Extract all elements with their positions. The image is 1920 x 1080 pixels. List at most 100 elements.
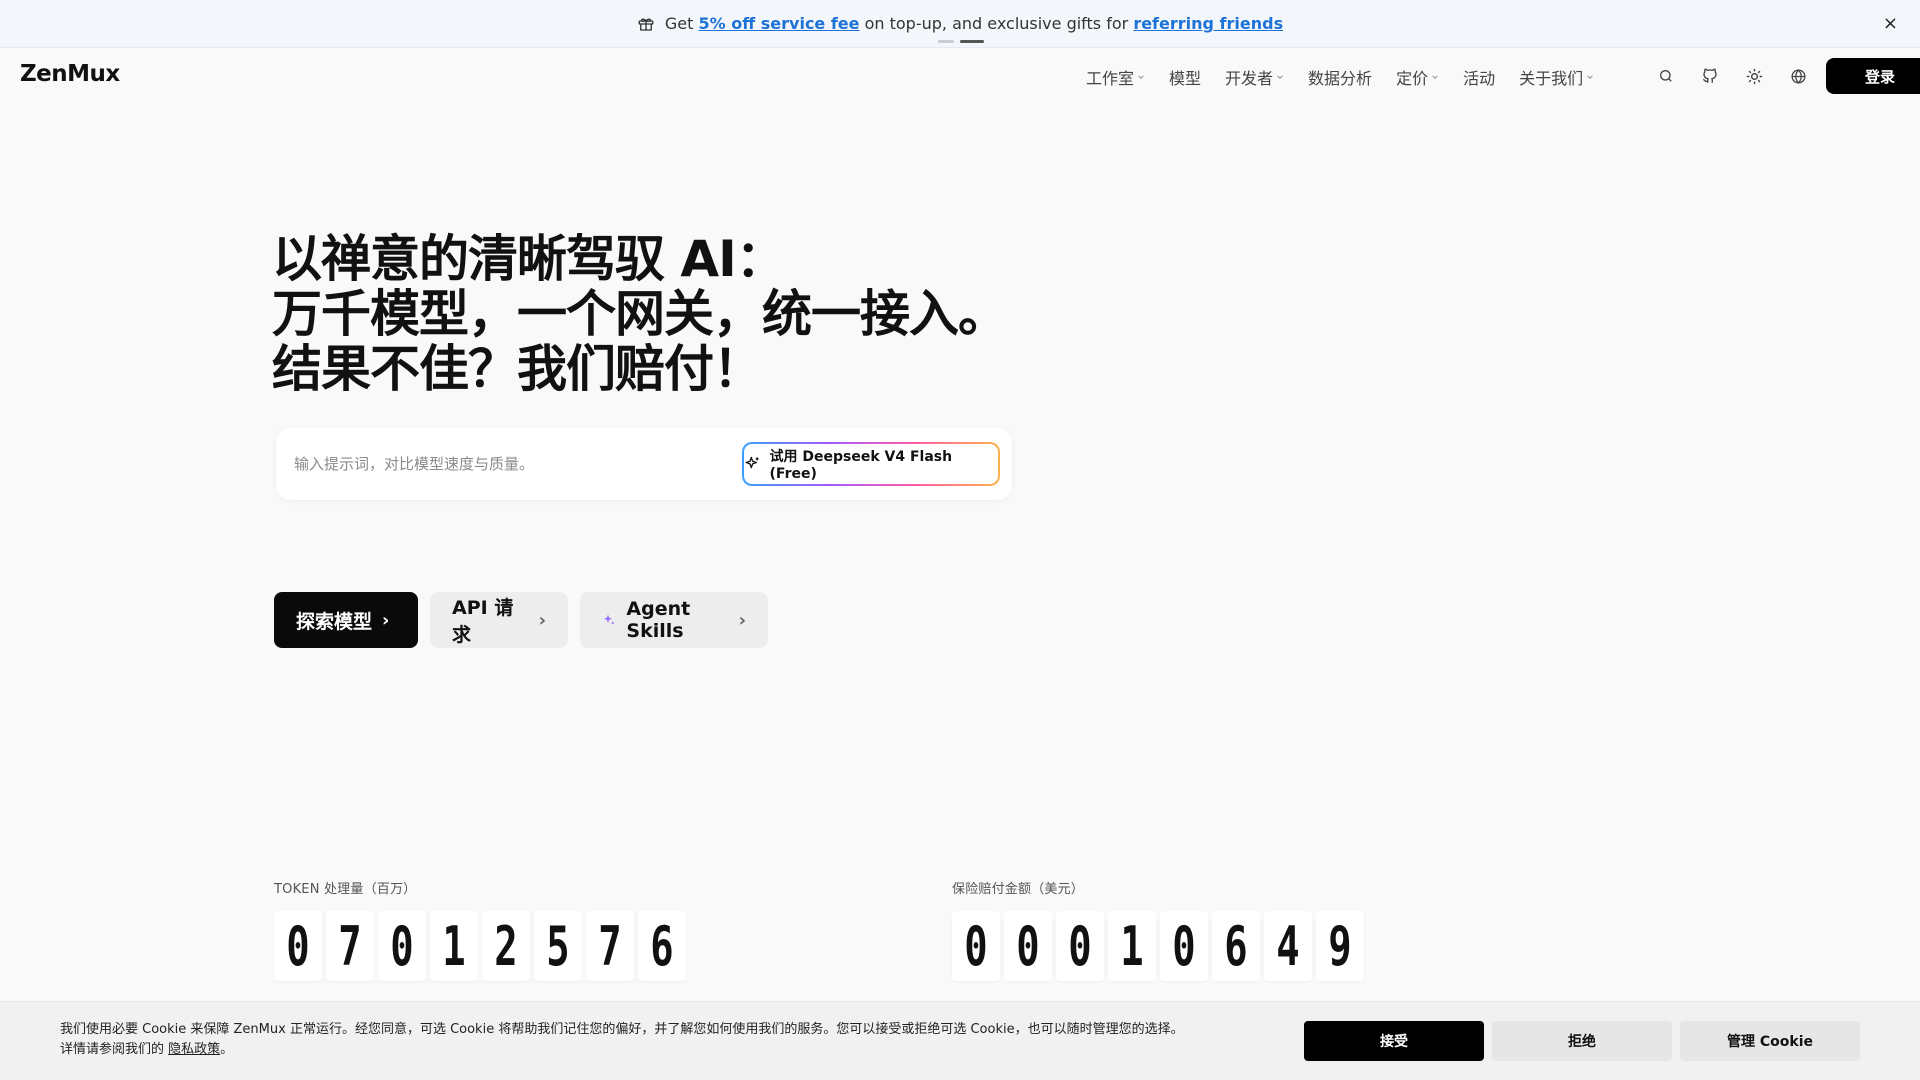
banner-dot-active[interactable] bbox=[960, 40, 984, 43]
payout-counter-digits: 00010649 bbox=[952, 911, 1364, 981]
announcement-banner: Get 5% off service fee on top-up, and ex… bbox=[0, 0, 1920, 48]
nav-item-label: 工作室 bbox=[1086, 69, 1135, 88]
counter-digit: 0 bbox=[1004, 911, 1052, 981]
search-icon[interactable] bbox=[1656, 66, 1676, 86]
token-counter: TOKEN 处理量（百万） 07012576 bbox=[274, 878, 686, 981]
counter-digit: 9 bbox=[1316, 911, 1364, 981]
gift-icon bbox=[638, 18, 654, 31]
nav-item-label: 活动 bbox=[1463, 69, 1496, 88]
counter-digit-value: 1 bbox=[442, 914, 466, 978]
counter-digit-value: 7 bbox=[338, 914, 362, 978]
chevron-down-icon bbox=[1138, 75, 1144, 79]
cookie-message: 我们使用必要 Cookie 来保障 ZenMux 正常运行。经您同意，可选 Co… bbox=[60, 1020, 1190, 1060]
chevron-down-icon bbox=[1587, 75, 1593, 79]
counter-digit-value: 0 bbox=[964, 914, 988, 978]
agent-skills-button[interactable]: Agent Skills › bbox=[580, 592, 768, 648]
agent-skills-label: Agent Skills bbox=[626, 598, 691, 642]
counter-digit: 6 bbox=[1212, 911, 1260, 981]
hero-line-1: 以禅意的清晰驾驭 AI： bbox=[272, 230, 786, 288]
counter-digit-value: 6 bbox=[650, 914, 674, 978]
chevron-right-icon: › bbox=[382, 609, 390, 631]
nav-item-label: 定价 bbox=[1396, 69, 1429, 88]
chevron-down-icon bbox=[1432, 75, 1438, 79]
sparkle-icon bbox=[745, 456, 759, 469]
service-fee-link[interactable]: 5% off service fee bbox=[699, 14, 860, 33]
counter-digit: 0 bbox=[378, 911, 426, 981]
counter-digit-value: 0 bbox=[1016, 914, 1040, 978]
api-request-button[interactable]: API 请求 › bbox=[430, 592, 568, 648]
counter-digit: 0 bbox=[274, 911, 322, 981]
counter-digit: 2 bbox=[482, 911, 530, 981]
explore-models-button[interactable]: 探索模型 › bbox=[274, 592, 418, 648]
counter-digit-value: 1 bbox=[1120, 914, 1144, 978]
cookie-consent-bar: 我们使用必要 Cookie 来保障 ZenMux 正常运行。经您同意，可选 Co… bbox=[0, 1001, 1920, 1080]
counter-digit-value: 0 bbox=[1068, 914, 1092, 978]
logo[interactable]: ZenMux bbox=[20, 61, 120, 87]
reject-cookies-button[interactable]: 拒绝 bbox=[1492, 1021, 1672, 1061]
hero-title: 以禅意的清晰驾驭 AI： 万千模型，一个网关，统一接入。 结果不佳？我们赔付！ bbox=[272, 232, 1032, 397]
banner-dot[interactable] bbox=[938, 40, 954, 43]
site-header: ZenMux 工作室 模型 开发者 数据分析 定价 活动 关于我们 登录 bbox=[0, 48, 1920, 104]
counter-digit-value: 7 bbox=[598, 914, 622, 978]
header-icons bbox=[1656, 66, 1808, 86]
counter-digit: 1 bbox=[430, 911, 478, 981]
counter-digit-value: 0 bbox=[1172, 914, 1196, 978]
nav-item[interactable]: 工作室 bbox=[1086, 65, 1145, 89]
nav-item-label: 关于我们 bbox=[1519, 69, 1584, 88]
explore-models-label: 探索模型 bbox=[296, 610, 373, 633]
nav-item[interactable]: 开发者 bbox=[1225, 65, 1284, 89]
banner-text-prefix: Get bbox=[664, 14, 699, 33]
referring-friends-link[interactable]: referring friends bbox=[1133, 14, 1283, 33]
counter-digit: 6 bbox=[638, 911, 686, 981]
counter-digit-value: 9 bbox=[1328, 914, 1352, 978]
manage-cookies-button[interactable]: 管理 Cookie bbox=[1680, 1021, 1860, 1061]
nav-item[interactable]: 关于我们 bbox=[1519, 65, 1594, 89]
payout-counter-label: 保险赔付金额（美元） bbox=[952, 882, 1085, 897]
nav-item-label: 数据分析 bbox=[1308, 69, 1373, 88]
nav-item[interactable]: 定价 bbox=[1396, 65, 1439, 89]
counter-digit-value: 2 bbox=[494, 914, 518, 978]
chevron-down-icon bbox=[1277, 75, 1283, 79]
token-counter-digits: 07012576 bbox=[274, 911, 686, 981]
github-icon[interactable] bbox=[1700, 66, 1720, 86]
login-button[interactable]: 登录 bbox=[1826, 58, 1920, 94]
counter-digit: 7 bbox=[586, 911, 634, 981]
hero-line-3: 结果不佳？我们赔付！ bbox=[272, 340, 763, 398]
nav-item[interactable]: 数据分析 bbox=[1308, 65, 1372, 89]
try-model-label: 试用 Deepseek V4 Flash (Free) bbox=[769, 449, 953, 482]
counter-digit: 0 bbox=[1160, 911, 1208, 981]
sun-icon[interactable] bbox=[1744, 66, 1764, 86]
privacy-policy-link[interactable]: 隐私政策 bbox=[168, 1042, 220, 1057]
nav-item-label: 模型 bbox=[1169, 69, 1202, 88]
banner-pagination bbox=[938, 40, 984, 43]
counter-digit: 5 bbox=[534, 911, 582, 981]
prompt-input[interactable] bbox=[294, 446, 714, 482]
globe-icon[interactable] bbox=[1788, 66, 1808, 86]
counter-digit: 7 bbox=[326, 911, 374, 981]
payout-counter: 保险赔付金额（美元） 00010649 bbox=[952, 878, 1364, 981]
counter-digit-value: 5 bbox=[546, 914, 570, 978]
try-model-button[interactable]: 试用 Deepseek V4 Flash (Free) bbox=[742, 442, 1000, 486]
nav-item[interactable]: 模型 bbox=[1169, 65, 1201, 89]
counter-digit-value: 4 bbox=[1276, 914, 1300, 978]
chevron-right-icon: › bbox=[738, 609, 746, 631]
counter-digit-value: 6 bbox=[1224, 914, 1248, 978]
hero-line-2: 万千模型，一个网关，统一接入。 bbox=[272, 285, 1008, 343]
sparkle-icon bbox=[603, 614, 615, 625]
api-request-label: API 请求 bbox=[452, 597, 514, 646]
prompt-box: 试用 Deepseek V4 Flash (Free) bbox=[276, 428, 1012, 500]
banner-text-middle: on top-up, and exclusive gifts for bbox=[859, 14, 1134, 33]
cta-row: 探索模型 › API 请求 › Agent Skills › bbox=[274, 592, 768, 648]
counter-digit-value: 0 bbox=[286, 914, 310, 978]
chevron-right-icon: › bbox=[538, 609, 546, 631]
close-icon[interactable]: × bbox=[1883, 13, 1898, 34]
counter-digit: 0 bbox=[952, 911, 1000, 981]
counter-digit: 0 bbox=[1056, 911, 1104, 981]
nav-item[interactable]: 活动 bbox=[1463, 65, 1495, 89]
accept-cookies-button[interactable]: 接受 bbox=[1304, 1021, 1484, 1061]
counter-digit: 1 bbox=[1108, 911, 1156, 981]
cookie-text-end: 。 bbox=[220, 1042, 234, 1057]
counter-digit-value: 0 bbox=[390, 914, 414, 978]
main-nav: 工作室 模型 开发者 数据分析 定价 活动 关于我们 bbox=[1086, 65, 1594, 89]
token-counter-label: TOKEN 处理量（百万） bbox=[274, 882, 417, 897]
